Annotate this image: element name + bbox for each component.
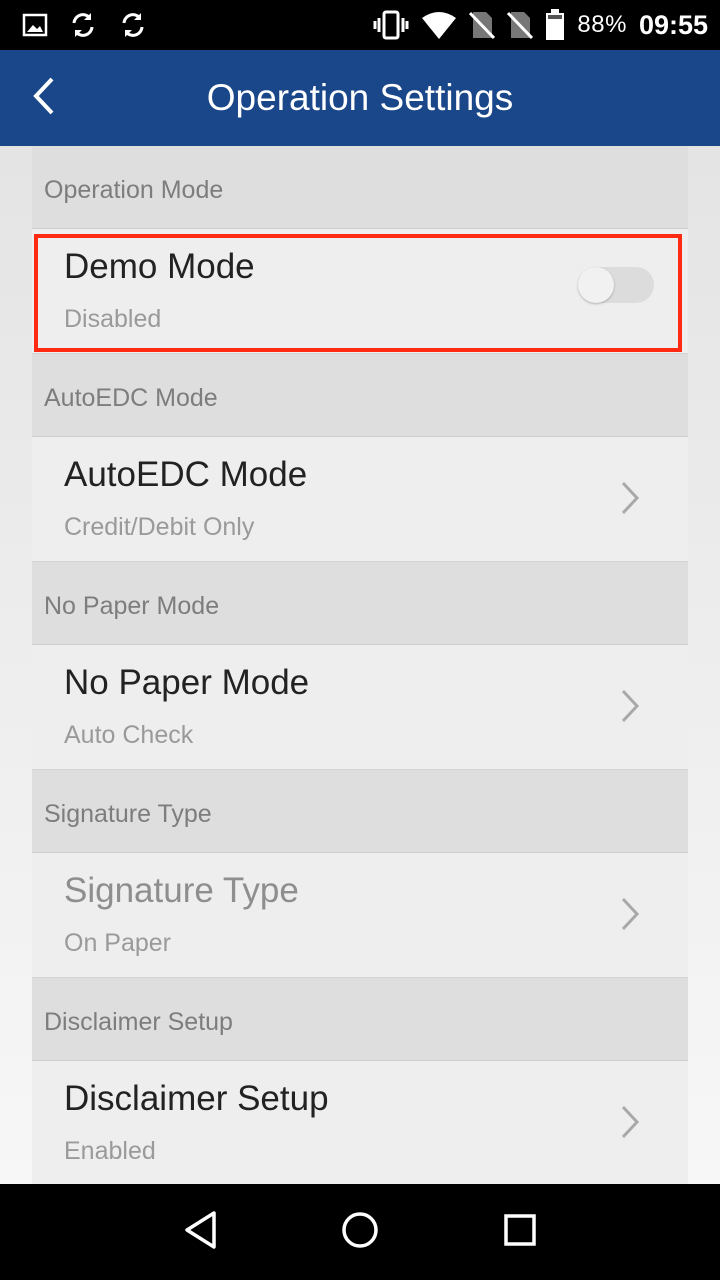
item-value: On Paper [64,929,172,957]
item-title: Signature Type [64,871,299,910]
item-title: No Paper Mode [64,663,310,702]
recents-nav-button[interactable] [500,1212,540,1252]
square-recents-icon [503,1213,537,1252]
image-icon [22,12,48,38]
triangle-back-icon [182,1210,218,1255]
settings-content[interactable]: Operation Mode Demo Mode Disabled AutoED… [0,146,720,1184]
setting-disclaimer-setup[interactable]: Disclaimer Setup Enabled [32,1061,688,1184]
section-header-operation-mode: Operation Mode [32,146,688,229]
clock: 09:55 [638,9,708,40]
no-sim-icon [469,10,496,40]
status-bar: 88% 09:55 [0,0,720,50]
item-value: Enabled [64,1137,156,1165]
sync-icon [118,10,148,40]
circle-home-icon [341,1211,379,1254]
section-header-signature-type: Signature Type [32,770,688,853]
vibrate-icon [373,10,409,40]
no-sim-icon [507,10,534,40]
section-header-disclaimer-setup: Disclaimer Setup [32,978,688,1061]
chevron-right-icon [620,1105,640,1144]
home-nav-button[interactable] [340,1211,380,1254]
battery-icon [545,9,565,41]
item-title: Disclaimer Setup [64,1079,329,1118]
highlight-box [34,234,682,352]
section-header-label: No Paper Mode [44,592,220,620]
section-header-label: Signature Type [44,800,212,828]
section-header-label: AutoEDC Mode [44,384,218,412]
navigation-bar [0,1184,720,1280]
setting-no-paper-mode[interactable]: No Paper Mode Auto Check [32,645,688,770]
chevron-right-icon [620,897,640,936]
setting-autoedc-mode[interactable]: AutoEDC Mode Credit/Debit Only [32,437,688,562]
section-header-autoedc-mode: AutoEDC Mode [32,354,688,437]
item-value: Auto Check [64,721,194,749]
section-header-label: Operation Mode [44,176,224,204]
wifi-icon [421,10,457,40]
page-title: Operation Settings [206,77,514,118]
battery-percent: 88% [577,11,627,38]
setting-signature-type[interactable]: Signature Type On Paper [32,853,688,978]
back-nav-button[interactable] [180,1210,220,1255]
section-header-no-paper-mode: No Paper Mode [32,562,688,645]
chevron-right-icon [620,481,640,520]
section-header-label: Disclaimer Setup [44,1008,233,1036]
item-title: AutoEDC Mode [64,455,308,494]
item-value: Credit/Debit Only [64,513,255,541]
chevron-right-icon [620,689,640,728]
app-bar: Operation Settings [0,50,720,146]
sync-icon [68,10,98,40]
